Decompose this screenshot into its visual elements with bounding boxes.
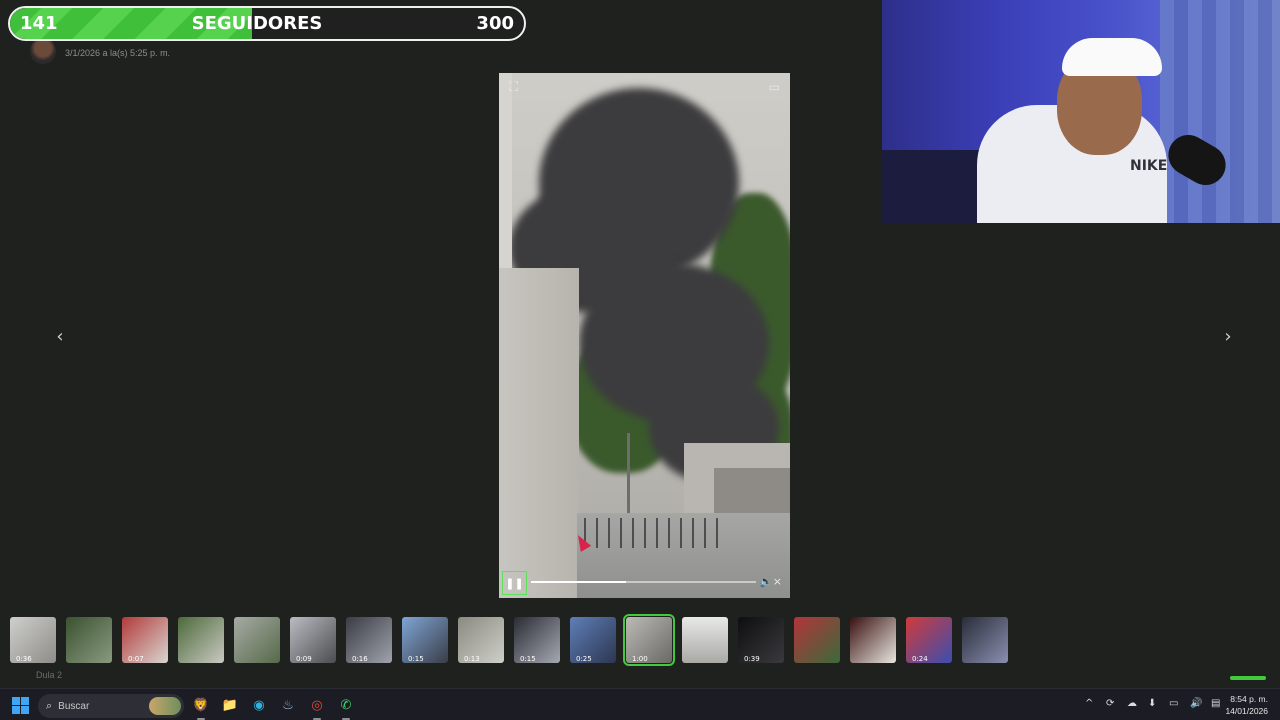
- picture-in-picture-icon[interactable]: ▭: [769, 80, 780, 94]
- whatsapp-icon[interactable]: ✆: [336, 695, 356, 720]
- fullscreen-icon[interactable]: ⛶: [509, 80, 518, 95]
- media-thumbnail[interactable]: [234, 617, 280, 663]
- thumbnail-duration: 0:15: [520, 655, 536, 663]
- media-thumbnail[interactable]: [962, 617, 1008, 663]
- clock-time: 8:54 p. m.: [1230, 694, 1268, 704]
- system-clock[interactable]: 8:54 p. m. 14/01/2026: [1225, 693, 1268, 717]
- pause-button[interactable]: ❚❚: [502, 571, 527, 595]
- media-thumbnail[interactable]: 0:13: [458, 617, 504, 663]
- thumbnail-duration: 0:36: [16, 655, 32, 663]
- seek-progress: [531, 581, 626, 583]
- media-thumbnail-strip: 0:36 0:07 0:09 0:16 0:15 0:13 0:15 0:25 1:00 0:39…: [0, 607, 1280, 672]
- thumbnail-duration: 0:09: [296, 655, 312, 663]
- media-thumbnail[interactable]: 0:09: [290, 617, 336, 663]
- thumbnail-duration: 0:16: [352, 655, 368, 663]
- media-thumbnail[interactable]: 0:36: [10, 617, 56, 663]
- chrome-browser-icon[interactable]: ◎: [307, 695, 327, 720]
- clock-date: 14/01/2026: [1225, 706, 1268, 716]
- media-thumbnail[interactable]: [66, 617, 112, 663]
- message-timestamp: 3/1/2026 a la(s) 5:25 p. m.: [65, 48, 171, 58]
- media-thumbnail[interactable]: 0:07: [122, 617, 168, 663]
- media-thumbnail[interactable]: 0:39: [738, 617, 784, 663]
- media-thumbnail[interactable]: 0:16: [346, 617, 392, 663]
- goal-target-count: 300: [476, 13, 514, 34]
- show-hidden-icons-icon[interactable]: ^: [1085, 698, 1093, 709]
- download-icon[interactable]: ⬇: [1148, 698, 1156, 709]
- media-thumbnail[interactable]: [794, 617, 840, 663]
- media-thumbnail[interactable]: 0:24: [906, 617, 952, 663]
- brave-browser-icon[interactable]: 🦁: [191, 695, 211, 720]
- thumbnail-duration: 0:24: [912, 655, 928, 663]
- status-indicator: [1230, 676, 1266, 680]
- taskbar: ⌕ Buscar 🦁 📁 ◉ ♨ ◎ ✆ ^ ⟳ ☁ ⬇ ▭ 🔊 ▤ 8:54 p. m. 14/01…: [0, 688, 1280, 720]
- goal-label: SEGUIDORES: [191, 13, 323, 34]
- video-player[interactable]: ⛶ ▭ ❚❚ 🔈×: [499, 73, 790, 598]
- cloud-icon[interactable]: ☁: [1127, 698, 1137, 709]
- media-thumbnail[interactable]: 0:25: [570, 617, 616, 663]
- media-thumbnail[interactable]: [850, 617, 896, 663]
- chat-list-label: Dula 2: [36, 670, 63, 680]
- thumbnail-duration: 0:39: [744, 655, 760, 663]
- network-icon[interactable]: ▤: [1211, 698, 1220, 709]
- display-icon[interactable]: ▭: [1169, 698, 1178, 709]
- thumbnail-duration: 0:25: [576, 655, 592, 663]
- search-icon: ⌕: [46, 699, 53, 712]
- webcam-overlay: NIKE: [882, 0, 1280, 223]
- thumbnail-duration: 1:00: [632, 655, 648, 663]
- search-highlight-image: [149, 697, 181, 715]
- sync-icon[interactable]: ⟳: [1106, 698, 1114, 709]
- edge-browser-icon[interactable]: ◉: [249, 695, 269, 715]
- follower-goal-bar: 141 SEGUIDORES 300: [8, 6, 526, 41]
- sender-avatar[interactable]: [30, 38, 56, 64]
- media-thumbnail[interactable]: 1:00: [623, 614, 675, 666]
- thumbnail-duration: 0:07: [128, 655, 144, 663]
- media-thumbnail[interactable]: [178, 617, 224, 663]
- media-thumbnail[interactable]: [682, 617, 728, 663]
- shirt-logo: NIKE: [1130, 158, 1168, 174]
- media-thumbnail[interactable]: 0:15: [402, 617, 448, 663]
- windows-start-icon[interactable]: [12, 697, 29, 714]
- file-explorer-icon[interactable]: 📁: [220, 695, 240, 715]
- chevron-left-icon[interactable]: ‹: [46, 322, 74, 350]
- volume-icon[interactable]: 🔊: [1190, 698, 1202, 709]
- thumbnail-duration: 0:13: [464, 655, 480, 663]
- screen: 3/1/2026 a la(s) 5:25 p. m. 141 SEGUIDOR…: [0, 0, 1280, 720]
- search-placeholder: Buscar: [58, 700, 90, 712]
- steam-icon[interactable]: ♨: [278, 695, 298, 715]
- media-thumbnail[interactable]: 0:15: [514, 617, 560, 663]
- chevron-right-icon[interactable]: ›: [1214, 322, 1242, 350]
- thumbnail-duration: 0:15: [408, 655, 424, 663]
- taskbar-search[interactable]: ⌕ Buscar: [38, 694, 184, 718]
- mute-icon[interactable]: 🔈×: [759, 575, 782, 588]
- seek-bar[interactable]: [531, 581, 756, 583]
